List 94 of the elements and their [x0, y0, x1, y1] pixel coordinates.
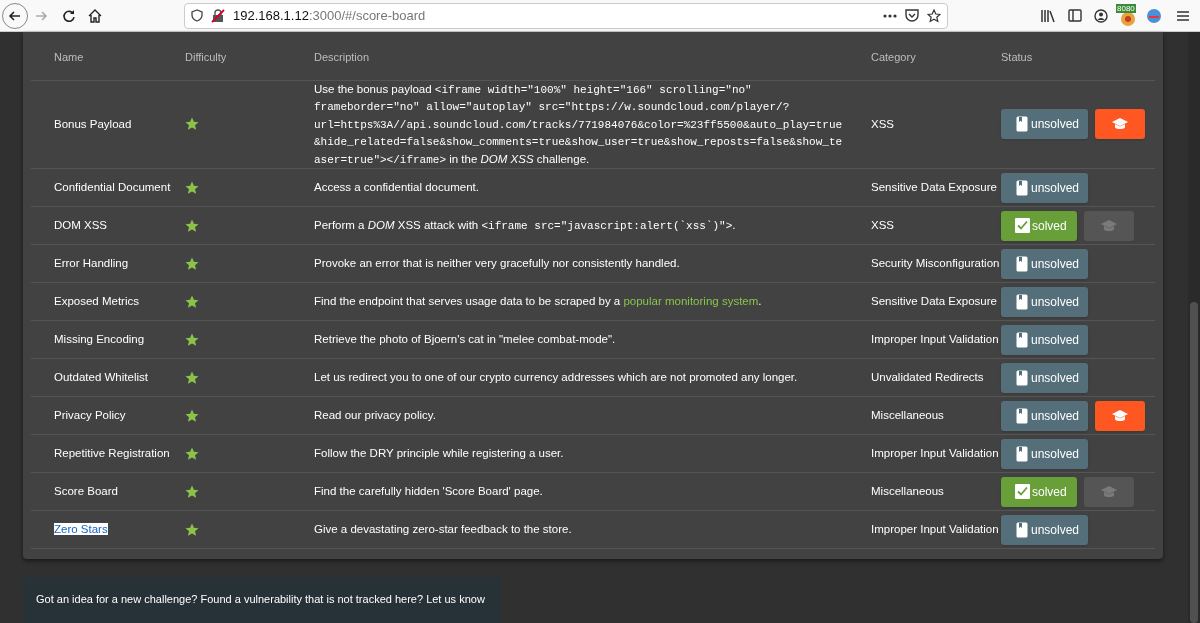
challenge-name: DOM XSS [54, 218, 108, 231]
account-icon[interactable] [1094, 8, 1108, 23]
challenge-name: Bonus Payload [54, 117, 132, 130]
star-icon [185, 117, 199, 132]
checkbox-icon [1015, 218, 1030, 233]
challenge-name: Score Board [54, 484, 118, 497]
challenge-description: Read our privacy policy. [314, 408, 437, 424]
pocket-icon[interactable] [905, 9, 919, 22]
bookmark-icon [1016, 179, 1028, 196]
challenge-description: Access a confidential document. [314, 180, 480, 196]
challenge-name: Zero Stars [54, 522, 108, 535]
star-icon [185, 218, 199, 233]
bookmark-icon [1016, 331, 1028, 348]
column-header[interactable]: Description [314, 50, 370, 63]
star-icon [185, 256, 199, 271]
challenge-description: Retrieve the photo of Bjoern's cat in "melee combat-mode". [314, 332, 617, 348]
status-button[interactable]: unsolved [1001, 438, 1088, 469]
challenge-description: Give a devastating zero-star feedback to the store. [314, 522, 573, 538]
checkbox-icon [1015, 484, 1030, 499]
challenge-category: Improper Input Validation [871, 332, 999, 345]
home-icon[interactable] [88, 8, 102, 23]
challenge-name: Repetitive Registration [54, 446, 170, 459]
challenge-category: Improper Input Validation [871, 446, 999, 459]
challenge-category: XSS [871, 218, 894, 231]
column-header[interactable]: Name [54, 50, 84, 63]
sidebar-icon[interactable] [1068, 9, 1082, 22]
status-button[interactable]: unsolved [1001, 514, 1088, 545]
status-button[interactable]: unsolved [1001, 400, 1088, 431]
challenge-description: Find the endpoint that serves usage data to be scraped by a popular monitoring system. [314, 294, 763, 310]
graduation-cap-icon [1100, 218, 1118, 233]
bookmark-star-icon[interactable] [927, 8, 941, 23]
status-button[interactable]: unsolved [1001, 286, 1088, 317]
star-icon [185, 180, 199, 195]
status-button[interactable]: unsolved [1001, 362, 1088, 393]
back-arrow-icon [8, 8, 22, 23]
challenge-category: Miscellaneous [871, 484, 944, 497]
address-bar[interactable]: 192.168.1.12:3000/#/score-board [184, 2, 948, 29]
bookmark-icon [1016, 255, 1028, 272]
challenge-category: Sensitive Data Exposure [871, 294, 997, 307]
library-icon[interactable] [1040, 8, 1056, 23]
port-badge: 8080 [1116, 3, 1136, 13]
challenge-category: Miscellaneous [871, 408, 944, 421]
star-icon [185, 484, 199, 499]
graduation-cap-icon [1111, 408, 1129, 423]
bookmark-icon [1016, 293, 1028, 310]
reload-icon[interactable] [62, 8, 76, 23]
challenge-description: Let us redirect you to one of our crypto currency addresses which are not promoted any longer. [314, 370, 799, 386]
column-header[interactable]: Difficulty [185, 50, 227, 63]
bookmark-icon [1016, 445, 1028, 462]
tutorial-button[interactable] [1095, 109, 1145, 140]
status-button[interactable]: solved [1001, 210, 1077, 241]
status-button[interactable]: unsolved [1001, 172, 1088, 203]
extension-icon[interactable] [1146, 7, 1162, 24]
star-icon [185, 370, 199, 385]
bookmark-icon [1016, 407, 1028, 424]
url-text: 192.168.1.12:3000/#/score-board [233, 6, 426, 25]
insecure-lock-icon [211, 8, 225, 23]
challenge-category: Security Misconfiguration [871, 256, 1000, 269]
challenge-name: Missing Encoding [54, 332, 145, 345]
challenge-name: Exposed Metrics [54, 294, 139, 307]
challenge-description: Use the bonus payload <iframe width="100%" height="166" scrolling="no" frameborder="no" allow="autoplay" src="https://w.soundcloud.com/player/?url=https%3A//api.soundcloud.com/tracks/771984076&color=%23ff5500&auto_play=true&hide_related=false&show_comments=true&show_user=true&show_reposts=false&show_teaser=true"></iframe> in the DOM XSS challenge. [314, 81, 844, 168]
challenge-name: Privacy Policy [54, 408, 126, 421]
challenge-description: Perform a DOM XSS attack with <iframe src="javascript:alert(`xss`)">. [314, 217, 737, 234]
status-button[interactable]: unsolved [1001, 248, 1088, 279]
shield-icon [191, 9, 203, 22]
challenge-description: Follow the DRY principle while registering a user. [314, 446, 565, 462]
star-icon [185, 408, 199, 423]
column-header[interactable]: Category [871, 50, 916, 63]
bookmark-icon [1016, 369, 1028, 386]
more-icon[interactable] [883, 13, 897, 18]
column-header[interactable]: Status [1001, 50, 1033, 63]
challenge-name: Confidential Document [54, 180, 171, 193]
tutorial-button[interactable] [1095, 400, 1145, 431]
challenge-category: Improper Input Validation [871, 522, 999, 535]
challenge-description: Find the carefully hidden 'Score Board' page. [314, 484, 544, 500]
challenge-category: XSS [871, 117, 894, 130]
status-button[interactable]: unsolved [1001, 324, 1088, 355]
star-icon [185, 332, 199, 347]
graduation-cap-icon [1100, 484, 1118, 499]
star-icon [185, 446, 199, 461]
star-icon [185, 294, 199, 309]
challenge-name: Outdated Whitelist [54, 370, 148, 383]
challenge-category: Sensitive Data Exposure [871, 180, 997, 193]
star-icon [185, 522, 199, 537]
challenge-name: Error Handling [54, 256, 129, 269]
bookmark-icon [1016, 116, 1028, 133]
suggestion-text: Got an idea for a new challenge? Found a vulnerability that is not tracked here? Let us know [36, 592, 486, 607]
challenge-description: Provoke an error that is neither very gracefully nor consistently handled. [314, 256, 681, 272]
challenge-category: Unvalidated Redirects [871, 370, 984, 383]
status-button[interactable]: solved [1001, 476, 1077, 507]
graduation-cap-icon [1111, 117, 1129, 132]
bookmark-icon [1016, 521, 1028, 538]
menu-icon[interactable] [1176, 9, 1190, 22]
status-button[interactable]: unsolved [1001, 109, 1088, 140]
